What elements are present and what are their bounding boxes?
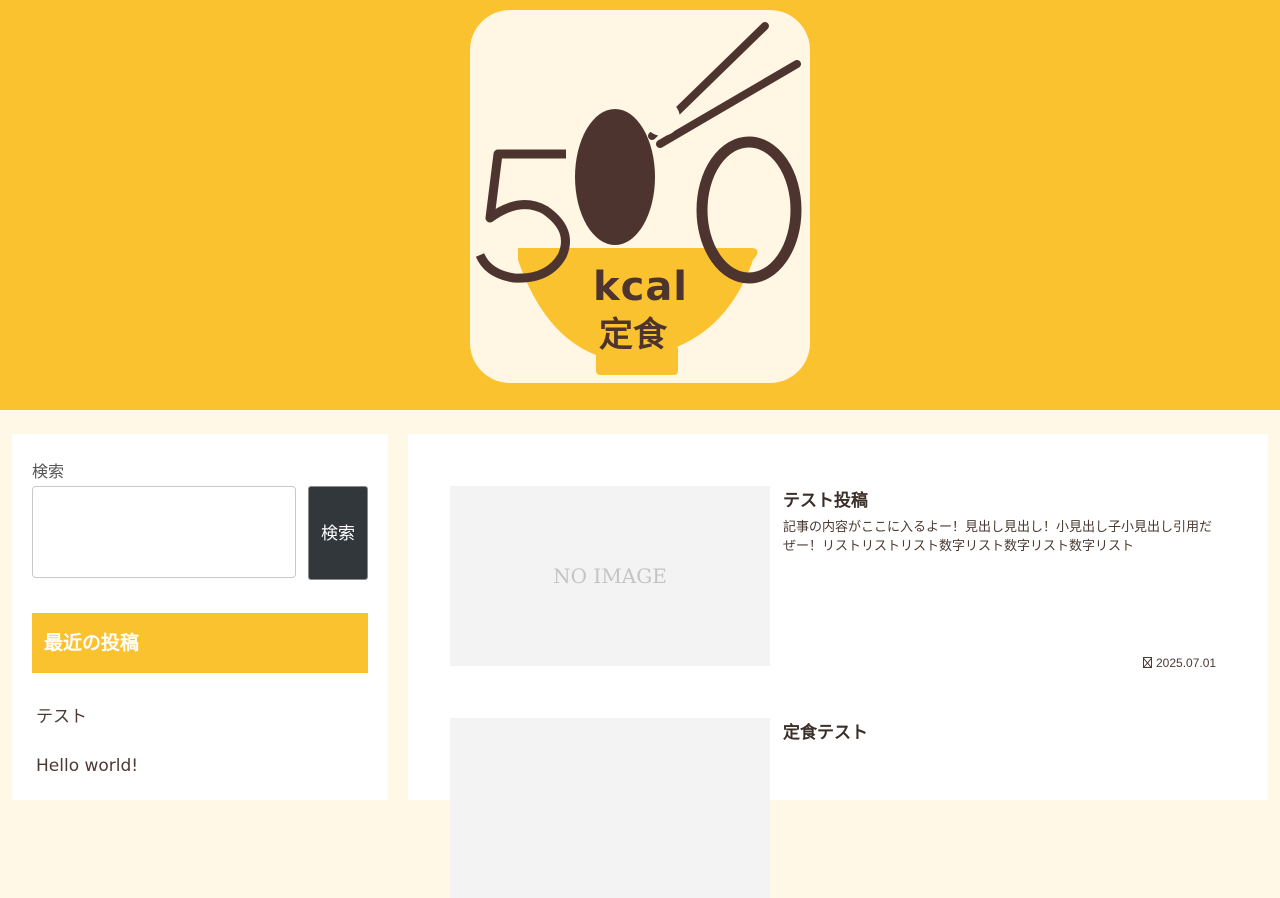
logo-name-text: 定食 [599, 315, 667, 355]
post-thumbnail[interactable]: NO IMAGE [450, 486, 770, 666]
recent-post-link[interactable]: Hello world! [36, 756, 138, 776]
sidebar: 検索 検索 最近の投稿 テスト Hello world! [12, 434, 388, 800]
recent-posts-heading: 最近の投稿 [32, 613, 368, 673]
post-excerpt: 記事の内容がここに入るよー！見出し見出し！小見出し子小見出し引用だぜー！リストリ… [783, 520, 1213, 554]
post-list: NO IMAGE テスト投稿 記事の内容がここに入るよー！見出し見出し！小見出し… [408, 434, 1268, 898]
clock-icon [1143, 657, 1152, 668]
search-input[interactable] [32, 486, 296, 578]
post-thumbnail[interactable] [450, 718, 770, 898]
recent-post-link[interactable]: テスト [36, 702, 87, 727]
post-date-text: 2025.07.01 [1156, 656, 1217, 670]
post-title[interactable]: テスト投稿 [783, 486, 868, 511]
site-header: kcal 定食 [0, 0, 1280, 410]
logo-unit-text: kcal [593, 264, 689, 310]
post-date: 2025.07.01 [1143, 656, 1216, 670]
site-logo[interactable]: kcal 定食 [470, 10, 810, 383]
search-button[interactable]: 検索 [308, 486, 368, 580]
search-label: 検索 [32, 462, 65, 481]
post-title[interactable]: 定食テスト [783, 718, 868, 743]
